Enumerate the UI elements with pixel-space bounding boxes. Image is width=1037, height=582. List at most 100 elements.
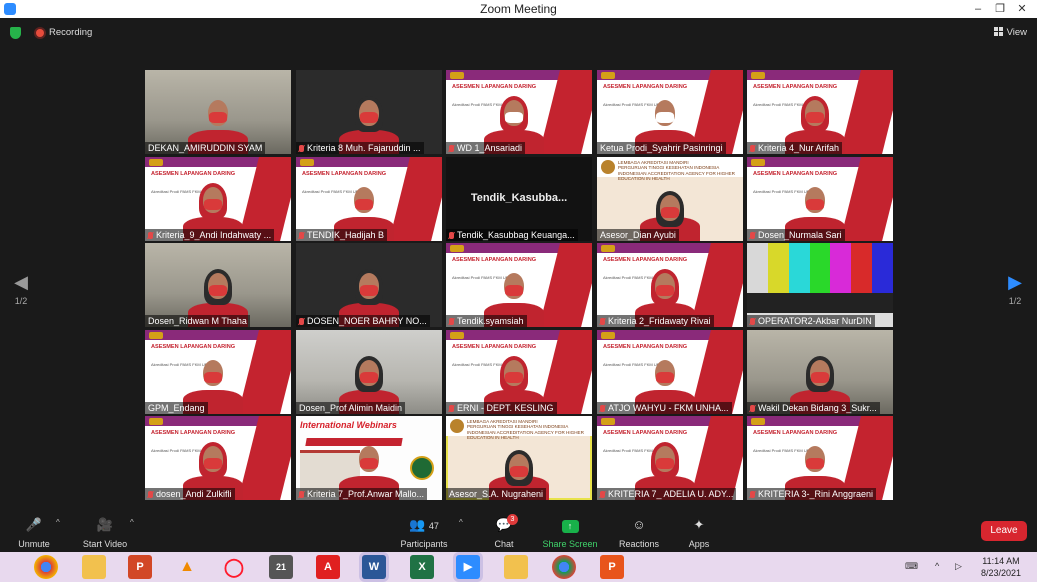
participant-name-label: Asesor_S.A. Nugraheni [446, 488, 547, 500]
word-icon[interactable]: W [362, 555, 386, 579]
muted-mic-icon [600, 318, 605, 325]
participant-tile[interactable]: ASESMEN LAPANGAN DARING Akreditasi Prodi … [597, 416, 743, 500]
participant-tile[interactable]: ASESMEN LAPANGAN DARING Akreditasi Prodi … [747, 416, 893, 500]
participant-name: Dosen_Ridwan M Thaha [148, 316, 247, 326]
participant-tile[interactable]: Dosen_Ridwan M Thaha [145, 243, 291, 327]
window-title-bar: Zoom Meeting – ❐ ✕ [0, 0, 1037, 18]
muted-mic-icon [299, 232, 304, 239]
participant-tile[interactable]: DOSEN_NOER BAHRY NO... [296, 243, 442, 327]
muted-mic-icon [148, 232, 153, 239]
participant-tile[interactable]: DEKAN_AMIRUDDIN SYAM [145, 70, 291, 154]
participant-center-name: Tendik_Kasubba... [470, 192, 568, 204]
unmute-button[interactable]: 🎤 Unmute ^ [12, 514, 60, 552]
minimize-icon[interactable]: – [967, 0, 989, 18]
participants-options-chevron-icon[interactable]: ^ [459, 518, 463, 527]
keyboard-icon[interactable]: ⌨ [905, 561, 918, 572]
participant-name-label: WD 1_Ansariadi [446, 142, 526, 154]
share-screen-button[interactable]: ↑ Share Screen [540, 514, 600, 552]
opera-icon[interactable]: ◯ [222, 555, 246, 579]
participant-name: Kriteria 7_Prof.Anwar Mallo... [307, 489, 425, 499]
right-arrow-icon[interactable]: ▶ [1000, 272, 1030, 292]
participant-name-label: ERNI - DEPT. KESLING [446, 402, 557, 414]
window-title: Zoom Meeting [480, 2, 557, 16]
participant-name-label: Asesor_Dian Ayubi [597, 229, 679, 241]
participant-name: OPERATOR2-Akbar NurDIN [758, 316, 872, 326]
participant-name: KRITERIA 7_ ADELIA U. ADY... [608, 489, 734, 499]
muted-mic-icon [600, 491, 605, 498]
audio-options-chevron-icon[interactable]: ^ [56, 518, 60, 527]
security-shield-icon[interactable] [10, 27, 21, 39]
participant-tile[interactable]: ASESMEN LAPANGAN DARING Akreditasi Prodi … [446, 243, 592, 327]
participant-name-label: Ketua Prodi_Syahrir Pasinringi [597, 142, 726, 154]
participant-tile[interactable]: OPERATOR2-Akbar NurDIN [747, 243, 893, 327]
participant-tile[interactable]: LEMBAGA AKREDITASI MANDIRI PERGURUAN TING… [597, 157, 743, 241]
participant-tile[interactable]: ASESMEN LAPANGAN DARING Akreditasi Prodi … [145, 330, 291, 414]
chrome-icon[interactable] [34, 555, 58, 579]
zoom-taskbar-icon[interactable]: ▶ [456, 555, 480, 579]
app-icon[interactable]: P [600, 555, 624, 579]
acrobat-icon[interactable]: A [316, 555, 340, 579]
participant-tile[interactable]: ASESMEN LAPANGAN DARING Akreditasi Prodi … [597, 70, 743, 154]
participant-name-label: Wakil Dekan Bidang 3_Sukr... [747, 402, 880, 414]
leave-button[interactable]: Leave [981, 521, 1027, 541]
participant-tile[interactable]: Tendik_Kasubba... Tendik_Kasubbag Keuanga… [446, 157, 592, 241]
participant-tile[interactable]: ASESMEN LAPANGAN DARING Akreditasi Prodi … [597, 243, 743, 327]
participant-name-label: DEKAN_AMIRUDDIN SYAM [145, 142, 266, 154]
participant-tile[interactable]: ASESMEN LAPANGAN DARING Akreditasi Prodi … [597, 330, 743, 414]
participant-name: ERNI - DEPT. KESLING [457, 403, 554, 413]
participant-name-label: Kriteria_9_Andi Indahwaty ... [145, 229, 275, 241]
muted-mic-icon: 🎤 [25, 517, 43, 532]
participant-tile[interactable]: ASESMEN LAPANGAN DARING Akreditasi Prodi … [145, 416, 291, 500]
view-button[interactable]: View [993, 27, 1027, 38]
participant-tile[interactable]: ASESMEN LAPANGAN DARING Akreditasi Prodi … [446, 70, 592, 154]
meeting-top-bar: Recording View [0, 18, 1037, 48]
clock-time: 11:14 AM [982, 556, 1020, 566]
participant-tile[interactable]: Dosen_Prof Alimin Maidin [296, 330, 442, 414]
participant-tile[interactable]: Wakil Dekan Bidang 3_Sukr... [747, 330, 893, 414]
chrome-profile-icon[interactable] [552, 555, 576, 579]
recording-icon[interactable] [36, 29, 44, 37]
participants-button[interactable]: 👥 47 Participants ^ [398, 514, 462, 552]
muted-mic-icon [750, 145, 755, 152]
participant-tile[interactable]: ASESMEN LAPANGAN DARING Akreditasi Prodi … [296, 157, 442, 241]
powerpoint-icon[interactable]: P [128, 555, 152, 579]
start-video-button[interactable]: 🎥 Start Video ^ [80, 514, 134, 552]
previous-page[interactable]: ◀ 1/2 [6, 272, 36, 306]
chat-label: Chat [494, 539, 514, 549]
participants-count: 47 [428, 521, 439, 531]
taskbar-clock[interactable]: 11:14 AM 8/23/2021 [981, 555, 1021, 579]
video-off-icon: 🎥 [96, 517, 114, 532]
vlc-icon[interactable]: ▲ [175, 555, 199, 579]
muted-mic-icon [449, 232, 454, 239]
participant-tile[interactable]: ASESMEN LAPANGAN DARING Akreditasi Prodi … [747, 70, 893, 154]
excel-icon[interactable]: X [410, 555, 434, 579]
reactions-button[interactable]: ☺ Reactions [616, 514, 662, 552]
muted-mic-icon [449, 318, 454, 325]
file-explorer-icon[interactable] [82, 555, 106, 579]
chat-button[interactable]: 💬 3 Chat [487, 514, 521, 552]
video-options-chevron-icon[interactable]: ^ [130, 518, 134, 527]
participant-tile[interactable]: LEMBAGA AKREDITASI MANDIRI PERGURUAN TING… [446, 416, 592, 500]
folder-icon[interactable] [504, 555, 528, 579]
participant-tile[interactable]: ASESMEN LAPANGAN DARING Akreditasi Prodi … [145, 157, 291, 241]
close-icon[interactable]: ✕ [1011, 0, 1033, 18]
apps-button[interactable]: ✦ Apps [684, 514, 714, 552]
calendar-icon[interactable]: 21 [269, 555, 293, 579]
recording-label[interactable]: Recording [49, 27, 92, 38]
participant-tile[interactable]: ASESMEN LAPANGAN DARING Akreditasi Prodi … [747, 157, 893, 241]
participants-label: Participants [400, 539, 448, 549]
participant-name: Kriteria_9_Andi Indahwaty ... [156, 230, 272, 240]
left-arrow-icon[interactable]: ◀ [6, 272, 36, 292]
reactions-icon: ☺ [632, 517, 646, 532]
next-page[interactable]: ▶ 1/2 [1000, 272, 1030, 306]
network-icon[interactable]: ▷ [955, 561, 962, 572]
participant-tile[interactable]: International Webinars Kriteria 7_Prof.An… [296, 416, 442, 500]
apps-icon: ✦ [693, 517, 705, 532]
apps-label: Apps [688, 539, 710, 549]
page-indicator-left: 1/2 [14, 296, 28, 306]
participant-tile[interactable]: ASESMEN LAPANGAN DARING Akreditasi Prodi … [446, 330, 592, 414]
participant-tile[interactable]: Kriteria 8 Muh. Fajaruddin ... [296, 70, 442, 154]
participant-name-label: KRITERIA 7_ ADELIA U. ADY... [597, 488, 737, 500]
restore-icon[interactable]: ❐ [989, 0, 1011, 18]
tray-chevron-icon[interactable]: ^ [935, 561, 939, 571]
